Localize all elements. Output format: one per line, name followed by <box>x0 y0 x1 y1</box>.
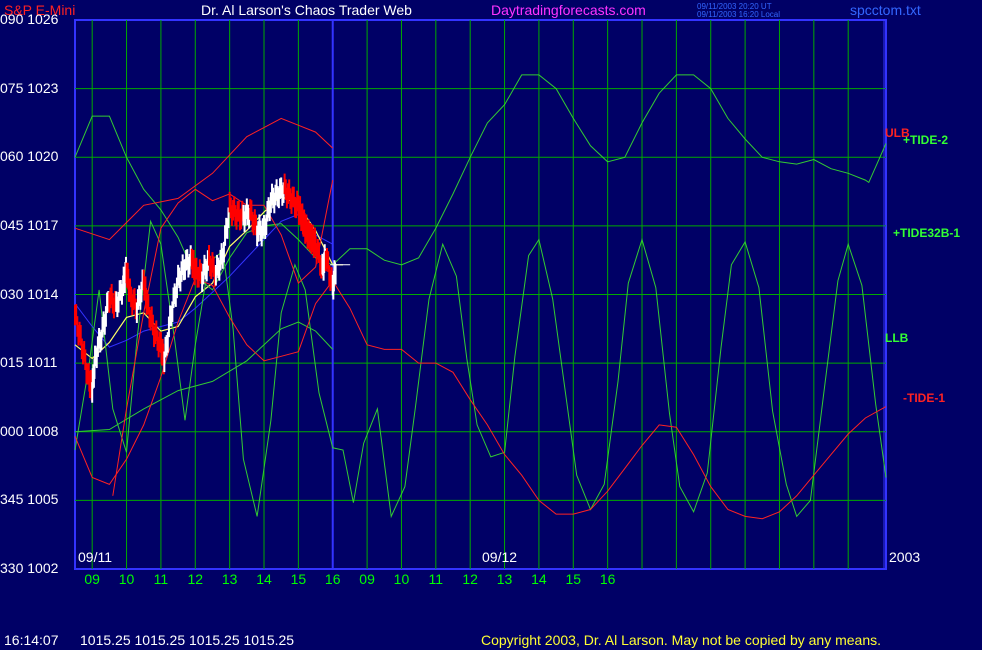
y-tick-price: 1011 <box>23 354 58 371</box>
x-tick-label: 14 <box>256 571 272 587</box>
x-tick-label: 09 <box>84 571 100 587</box>
footer-copyright: Copyright 2003, Dr. Al Larson. May not b… <box>481 632 882 648</box>
series--tide-2 <box>74 74 887 291</box>
x-tick-label: 15 <box>565 571 582 587</box>
y-tick-degree: 000 <box>0 422 24 439</box>
series-open-ulb <box>112 180 334 496</box>
x-tick-label: 16 <box>599 571 616 587</box>
x-tick-label: 13 <box>221 571 238 587</box>
y-tick-label: 330 1002 <box>0 560 58 576</box>
y-tick-price: 1017 <box>23 216 59 233</box>
y-tick-price: 1014 <box>23 285 59 302</box>
x-tick-label: 14 <box>531 571 547 587</box>
x-tick-label: 12 <box>462 571 478 587</box>
year-label: 2003 <box>889 549 921 565</box>
day-label-first: 09/11 <box>78 549 112 565</box>
y-tick-price: 1020 <box>23 148 59 165</box>
footer-time: 16:14:07 <box>4 632 59 648</box>
x-tick-label: 13 <box>496 571 513 587</box>
y-tick-degree: 045 <box>0 216 24 233</box>
y-tick-degree: 030 <box>0 285 24 302</box>
y-tick-degree: 345 <box>0 491 24 508</box>
y-tick-label: 000 1008 <box>0 423 58 439</box>
x-tick-label: 12 <box>187 571 204 587</box>
y-tick-price: 1026 <box>23 11 59 27</box>
y-tick-degree: 060 <box>0 148 24 165</box>
x-tick-label: 11 <box>153 571 169 587</box>
series-ulb <box>74 117 334 241</box>
y-tick-label: 045 1017 <box>0 217 58 233</box>
y-tick-price: 1002 <box>23 560 59 576</box>
y-tick-price: 1023 <box>23 79 59 96</box>
chart-title: Dr. Al Larson's Chaos Trader Web <box>201 2 412 18</box>
y-tick-degree: 075 <box>0 79 24 96</box>
y-tick-price: 1008 <box>23 422 59 439</box>
file-name: spcctom.txt <box>850 2 921 18</box>
y-tick-degree: 090 <box>0 11 24 27</box>
day-label-second: 09/12 <box>482 549 518 565</box>
y-tick-label: 090 1026 <box>0 11 58 27</box>
x-tick-label: 10 <box>393 571 410 587</box>
x-tick-label: 16 <box>324 571 341 587</box>
x-tick-label: 11 <box>428 571 444 587</box>
label-llb: LLB <box>885 331 909 345</box>
label-tide-2: +TIDE-2 <box>903 133 949 147</box>
footer-quotes: 1015.25 1015.25 1015.25 1015.25 <box>80 632 295 648</box>
site-link[interactable]: Daytradingforecasts.com <box>491 2 646 18</box>
x-tick-label: 09 <box>359 571 375 587</box>
y-tick-degree: 015 <box>0 354 24 371</box>
y-tick-label: 015 1011 <box>0 354 57 370</box>
y-tick-label: 075 1023 <box>0 80 58 96</box>
y-tick-label: 030 1014 <box>0 286 58 302</box>
y-tick-label: 060 1020 <box>0 148 58 164</box>
timestamp-local: 09/11/2003 16:20 Local <box>697 10 781 19</box>
x-tick-label: 15 <box>290 571 307 587</box>
y-tick-label: 345 1005 <box>0 491 58 507</box>
y-tick-price: 1005 <box>23 491 59 508</box>
y-tick-degree: 330 <box>0 560 24 576</box>
label-tide32b-1: +TIDE32B-1 <box>893 226 961 240</box>
x-tick-label: 10 <box>118 571 135 587</box>
series--tide-1 <box>74 277 887 520</box>
series-llb <box>74 321 334 433</box>
label-tide-1: -TIDE-1 <box>903 391 945 405</box>
